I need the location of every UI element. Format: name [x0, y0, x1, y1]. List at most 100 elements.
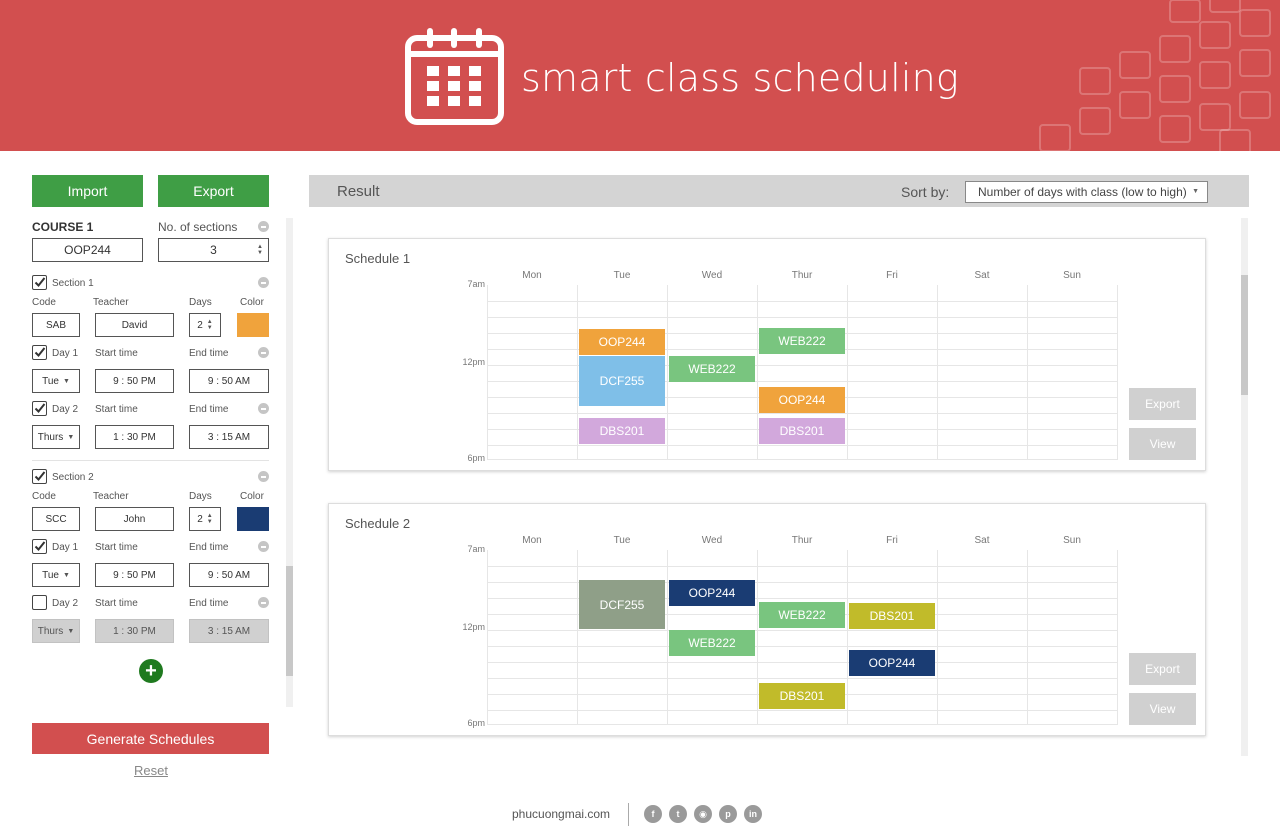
add-section-button[interactable]: + [139, 659, 163, 683]
class-block[interactable]: WEB222 [759, 328, 845, 354]
section2-day2-checkbox[interactable] [32, 595, 47, 610]
class-block[interactable]: OOP244 [579, 329, 665, 355]
class-block[interactable]: WEB222 [669, 356, 755, 382]
stepper-arrows-icon[interactable]: ▲ ▼ [257, 244, 263, 256]
facebook-icon[interactable]: f [644, 805, 662, 823]
import-button[interactable]: Import [32, 175, 143, 207]
section1-code-input[interactable]: SAB [32, 313, 80, 337]
section1-day2-end-input[interactable]: 3 : 15 AM [189, 425, 269, 449]
section1-day2-start-input[interactable]: 1 : 30 PM [95, 425, 174, 449]
footer-site-link[interactable]: phucuongmai.com [512, 807, 610, 821]
linkedin-icon[interactable]: in [744, 805, 762, 823]
section1-color-swatch[interactable] [237, 313, 269, 337]
days-label: Days [189, 297, 212, 308]
section1-day2-select[interactable]: Thurs ▼ [32, 425, 80, 449]
section2-teacher-input[interactable]: John [95, 507, 174, 531]
class-block[interactable]: DBS201 [849, 603, 935, 629]
footer-divider [628, 803, 629, 826]
schedule-view-button[interactable]: View [1129, 693, 1196, 725]
sections-label: No. of sections [158, 220, 238, 234]
section1-day1-checkbox[interactable] [32, 345, 47, 360]
schedule-card-1: Schedule 1 Mon Tue Wed Thur Fri Sat Sun … [328, 238, 1206, 471]
remove-day1-icon[interactable] [258, 541, 269, 552]
end-time-label: End time [189, 542, 229, 553]
time-label: 12pm [462, 622, 485, 632]
section1-day2-checkbox[interactable] [32, 401, 47, 416]
time-label: 7am [467, 279, 485, 289]
sections-value: 3 [210, 243, 217, 257]
day-header: Tue [613, 535, 631, 546]
remove-course-icon[interactable] [258, 221, 269, 232]
result-title: Result [337, 183, 380, 200]
sections-stepper[interactable]: 3 ▲ ▼ [158, 238, 269, 262]
twitter-icon[interactable]: t [669, 805, 687, 823]
section2-color-swatch[interactable] [237, 507, 269, 531]
sort-label: Sort by: [901, 184, 950, 200]
section1-days-stepper[interactable]: 2 ▲ ▼ [189, 313, 221, 337]
day2-label: Day 2 [52, 598, 79, 609]
remove-section2-icon[interactable] [258, 471, 269, 482]
schedule-export-button[interactable]: Export [1129, 653, 1196, 685]
class-block[interactable]: DBS201 [759, 683, 845, 709]
schedule-view-button[interactable]: View [1129, 428, 1196, 460]
class-block[interactable]: WEB222 [759, 602, 845, 628]
stepper-arrows-icon[interactable]: ▲ ▼ [207, 513, 213, 525]
section2-days-stepper[interactable]: 2 ▲ ▼ [189, 507, 221, 531]
select-value: Tue [42, 569, 59, 581]
left-scrollbar[interactable] [286, 218, 293, 707]
start-time-label: Start time [95, 348, 138, 359]
class-block[interactable]: DCF255 [579, 580, 665, 629]
end-time-label: End time [189, 348, 229, 359]
days-label: Days [189, 491, 212, 502]
section2-day2-start-input[interactable]: 1 : 30 PM [95, 619, 174, 643]
section1-day1-end-input[interactable]: 9 : 50 AM [189, 369, 269, 393]
section2-code-input[interactable]: SCC [32, 507, 80, 531]
class-block[interactable]: DCF255 [579, 356, 665, 406]
section2-day1-select[interactable]: Tue ▼ [32, 563, 80, 587]
section2-checkbox[interactable] [32, 469, 47, 484]
calendar-icon [405, 28, 504, 125]
sort-value: Number of days with class (low to high) [978, 185, 1187, 199]
section1-day1-select[interactable]: Tue ▼ [32, 369, 80, 393]
section2-day1-start-input[interactable]: 9 : 50 PM [95, 563, 174, 587]
remove-day2-icon[interactable] [258, 597, 269, 608]
github-icon[interactable]: ◉ [694, 805, 712, 823]
chevron-down-icon: ▼ [67, 627, 75, 635]
class-block[interactable]: DBS201 [579, 418, 665, 444]
class-block[interactable]: DBS201 [759, 418, 845, 444]
section1-checkbox[interactable] [32, 275, 47, 290]
class-block[interactable]: OOP244 [669, 580, 755, 606]
class-block[interactable]: OOP244 [759, 387, 845, 413]
day-header: Tue [613, 270, 631, 281]
section2-day2-select[interactable]: Thurs ▼ [32, 619, 80, 643]
section2-day1-end-input[interactable]: 9 : 50 AM [189, 563, 269, 587]
scrollbar-thumb[interactable] [1241, 275, 1248, 395]
scrollbar-thumb[interactable] [286, 566, 293, 676]
schedule-export-button[interactable]: Export [1129, 388, 1196, 420]
section1-teacher-input[interactable]: David [95, 313, 174, 337]
class-block[interactable]: WEB222 [669, 630, 755, 656]
start-time-label: Start time [95, 542, 138, 553]
result-bar: Result Sort by: Number of days with clas… [309, 175, 1249, 207]
chevron-down-icon: ▼ [1192, 188, 1199, 195]
reset-link[interactable]: Reset [134, 763, 168, 778]
pinterest-icon[interactable]: p [719, 805, 737, 823]
export-button[interactable]: Export [158, 175, 269, 207]
results-scrollbar[interactable] [1241, 218, 1248, 756]
course-code-input[interactable]: OOP244 [32, 238, 143, 262]
generate-schedules-button[interactable]: Generate Schedules [32, 723, 269, 754]
app-header: smart class scheduling [0, 0, 1280, 151]
remove-day1-icon[interactable] [258, 347, 269, 358]
section1-day1-start-input[interactable]: 9 : 50 PM [95, 369, 174, 393]
remove-day2-icon[interactable] [258, 403, 269, 414]
stepper-arrows-icon[interactable]: ▲ ▼ [207, 319, 213, 331]
sort-select[interactable]: Number of days with class (low to high) … [965, 181, 1208, 203]
day-header: Wed [701, 535, 723, 546]
section2-days-value: 2 [197, 513, 203, 525]
code-label: Code [32, 297, 56, 308]
class-block[interactable]: OOP244 [849, 650, 935, 676]
select-value: Thurs [37, 431, 64, 443]
remove-section1-icon[interactable] [258, 277, 269, 288]
section2-day2-end-input[interactable]: 3 : 15 AM [189, 619, 269, 643]
section2-day1-checkbox[interactable] [32, 539, 47, 554]
